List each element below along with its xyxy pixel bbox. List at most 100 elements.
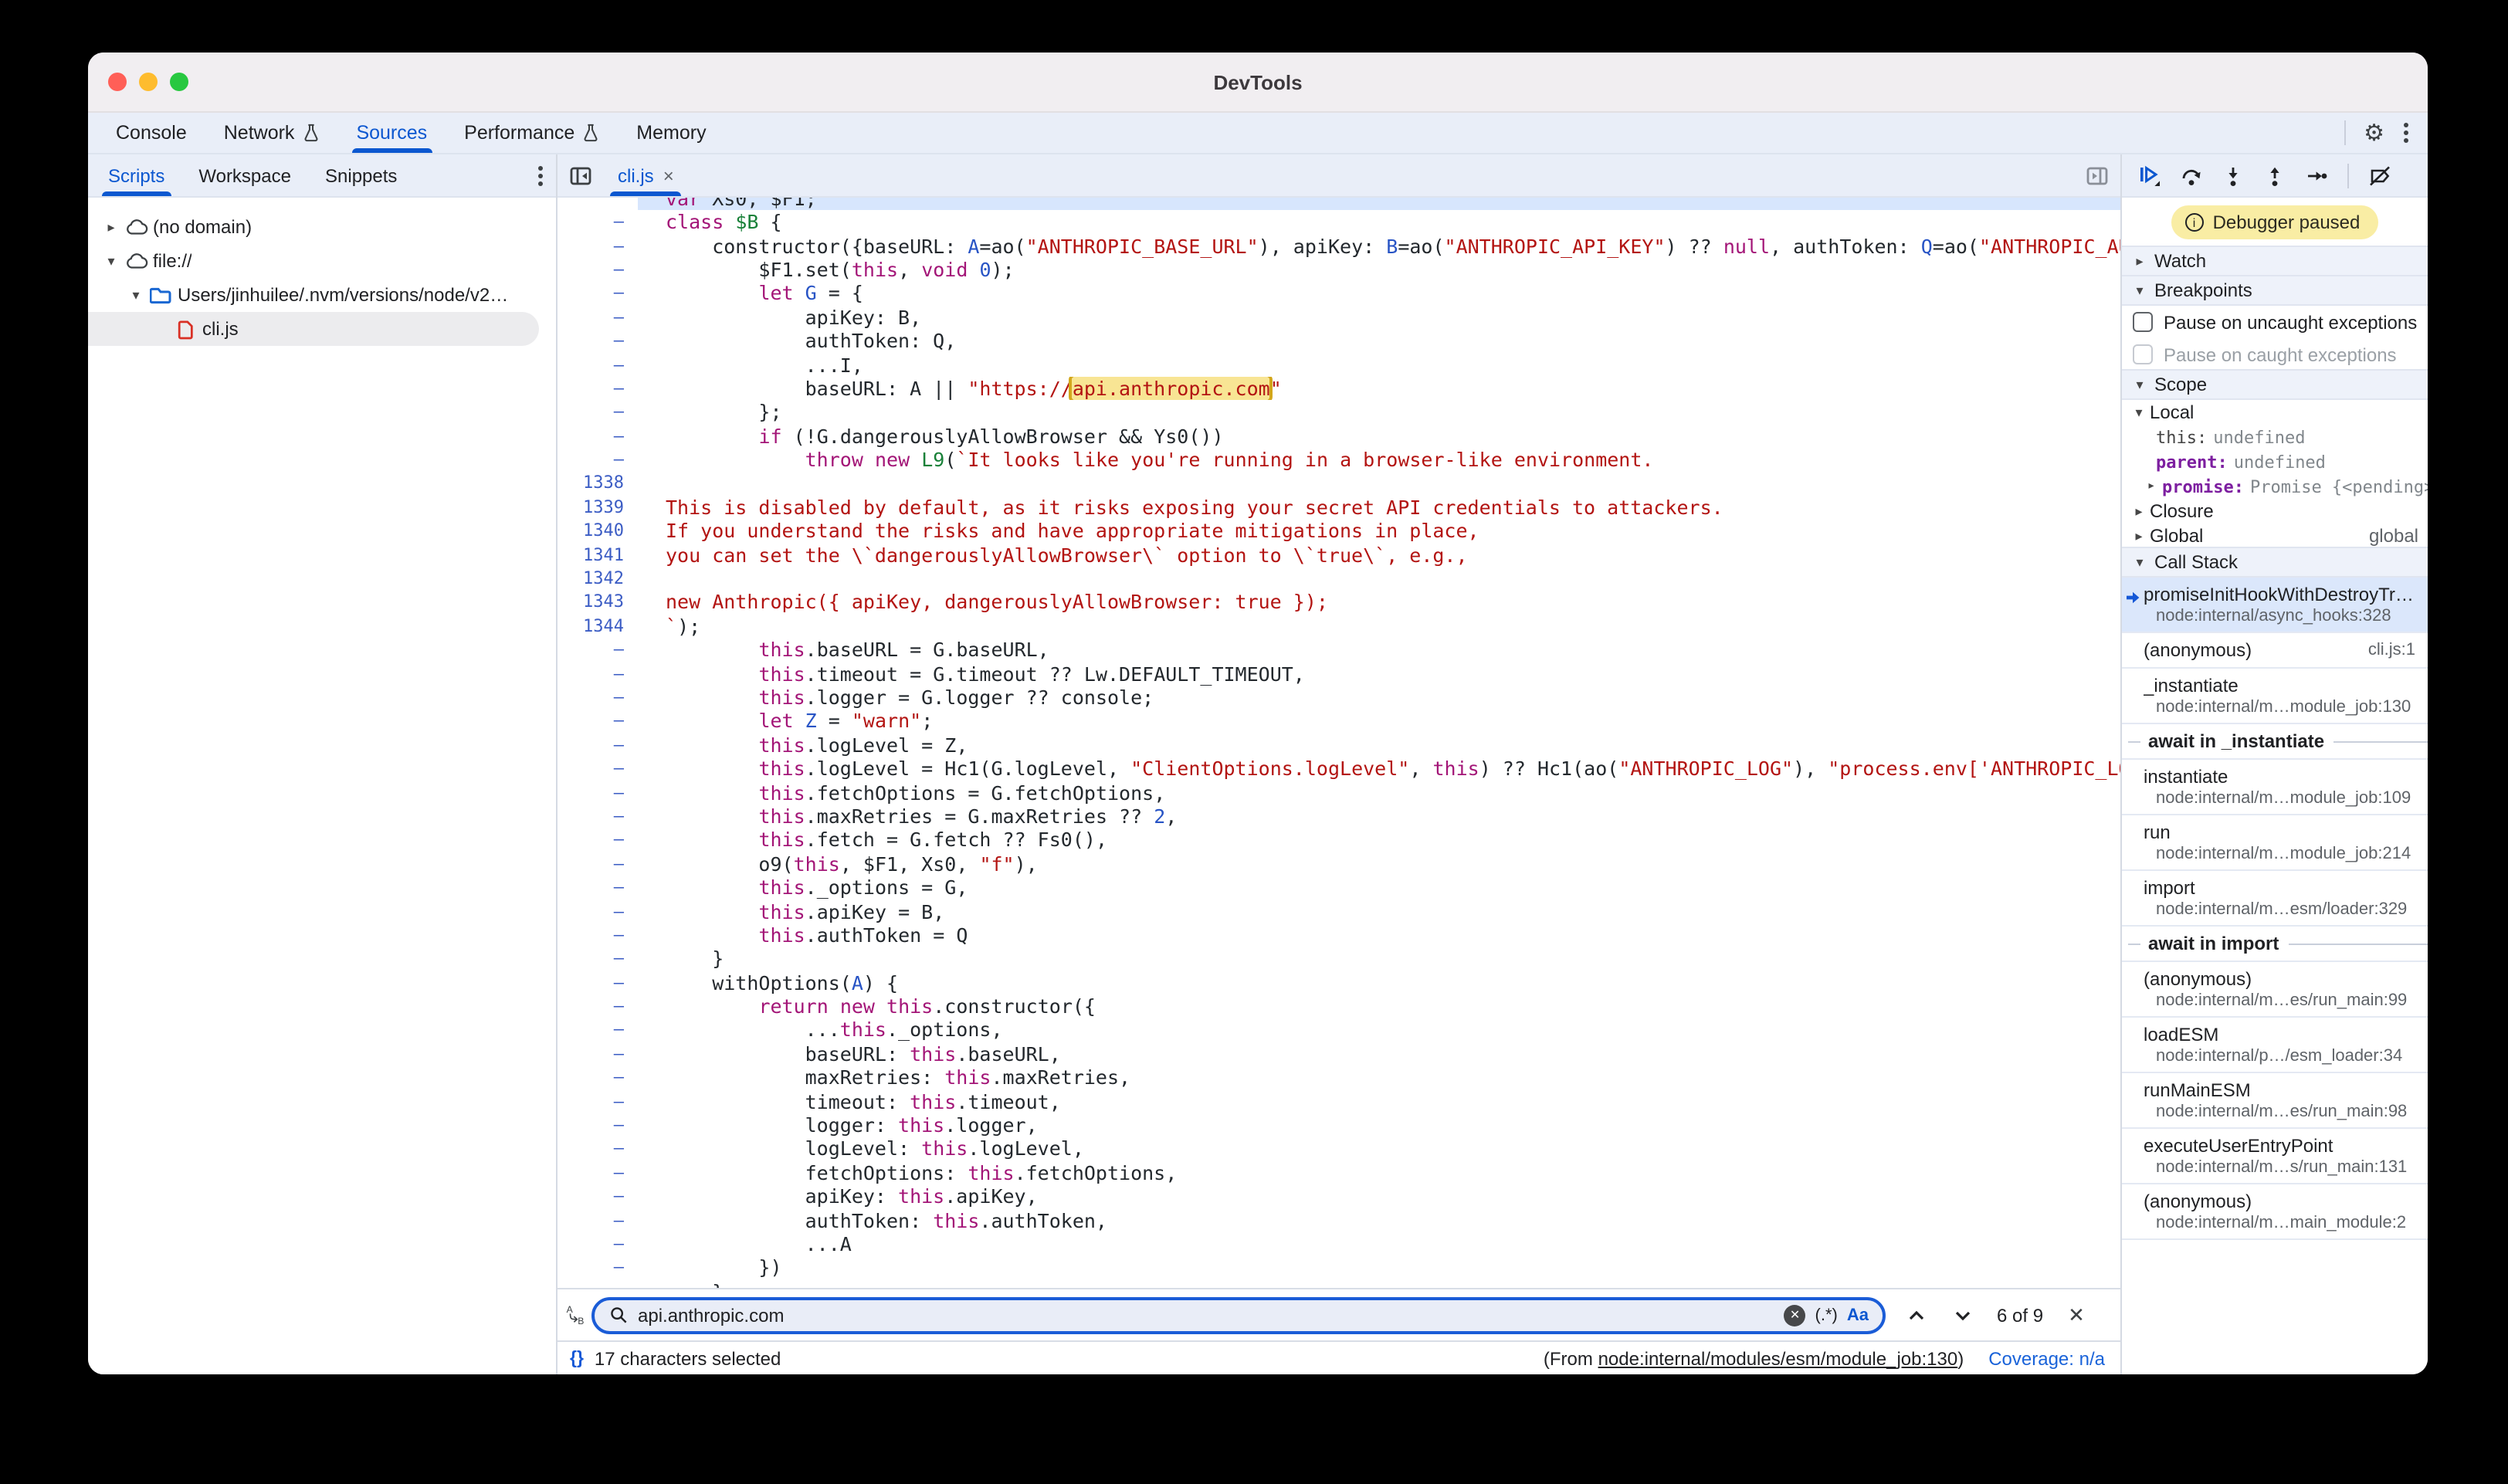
caret-icon[interactable]: ▾ [2128,404,2150,421]
step-over-icon[interactable] [2181,164,2202,186]
line-gutter[interactable]: 1343 [558,592,638,612]
line-gutter[interactable]: – [558,949,638,969]
caret-icon[interactable]: ▸ [2128,503,2150,520]
line-gutter[interactable]: – [558,1139,638,1159]
collapse-panel-icon[interactable] [570,164,591,186]
scope-property-parent[interactable]: parent:undefined [2122,449,2428,474]
line-gutter[interactable]: – [558,782,638,802]
sidebar-tab-snippets[interactable]: Snippets [308,154,414,196]
line-gutter[interactable]: 1338 [558,473,638,493]
line-gutter[interactable]: – [558,307,638,327]
line-gutter[interactable]: – [558,378,638,398]
line-gutter[interactable]: – [558,711,638,731]
line-gutter[interactable]: 1344 [558,616,638,636]
coverage-link[interactable]: Coverage: n/a [1988,1347,2105,1369]
caret-icon[interactable]: ▸ [2128,527,2150,544]
tab-network[interactable]: Network [205,113,338,153]
line-gutter[interactable]: – [558,758,638,778]
replace-toggle-icon[interactable]: AB [562,1302,587,1328]
tree-item-users-jinhuilee-nvm-versions-node-v2-[interactable]: ▾Users/jinhuilee/.nvm/versions/node/v2… [88,278,556,312]
line-gutter[interactable]: – [558,1282,638,1288]
line-gutter[interactable]: – [558,425,638,446]
checkbox[interactable] [2133,312,2153,332]
close-icon[interactable]: × [663,164,674,186]
step-out-icon[interactable] [2264,164,2286,186]
braces-icon[interactable]: {} [570,1349,584,1367]
line-gutter[interactable]: 1342 [558,568,638,588]
line-gutter[interactable]: – [558,1234,638,1254]
line-gutter[interactable]: – [558,402,638,422]
line-gutter[interactable]: – [558,259,638,280]
deactivate-breakpoints-icon[interactable] [2369,164,2391,186]
checkbox[interactable] [2133,344,2153,364]
toggle-right-panel-icon[interactable] [2086,164,2108,186]
callstack-frame[interactable]: instantiatenode:internal/m…module_job:10… [2122,760,2428,815]
line-gutter[interactable]: – [558,1044,638,1064]
line-gutter[interactable]: – [558,1163,638,1183]
line-gutter[interactable]: – [558,663,638,683]
chevron-down-icon[interactable] [1954,1309,1972,1321]
line-gutter[interactable]: – [558,996,638,1016]
line-gutter[interactable]: – [558,687,638,707]
callstack-frame[interactable]: loadESMnode:internal/p…/esm_loader:34 [2122,1018,2428,1073]
scope-group-local[interactable]: ▾Local [2122,400,2428,425]
chevron-up-icon[interactable] [1907,1309,1926,1321]
line-gutter[interactable]: – [558,1115,638,1135]
line-gutter[interactable]: – [558,853,638,873]
scope-group-global[interactable]: ▸Globalglobal [2122,523,2428,548]
sidebar-tab-workspace[interactable]: Workspace [181,154,308,196]
sidebar-tab-scripts[interactable]: Scripts [91,154,181,196]
step-into-icon[interactable] [2222,164,2244,186]
tree-item-cli-js[interactable]: cli.js [88,312,539,346]
line-gutter[interactable]: – [558,235,638,256]
section-scope[interactable]: ▾ Scope [2122,369,2428,400]
scope-property-promise[interactable]: ▸promise:Promise {<pending>} [2122,474,2428,499]
regex-toggle[interactable]: (.*) [1815,1306,1838,1324]
tab-memory[interactable]: Memory [618,113,724,153]
line-gutter[interactable]: – [558,212,638,232]
line-gutter[interactable]: – [558,354,638,374]
line-gutter[interactable]: – [558,972,638,992]
callstack-frame[interactable]: (anonymous)cli.js:1 [2122,633,2428,669]
from-link[interactable]: node:internal/modules/esm/module_job:130 [1598,1347,1958,1369]
line-gutter[interactable]: 1341 [558,544,638,564]
tree-item-file-[interactable]: ▾file:// [88,244,556,278]
line-gutter[interactable]: – [558,1020,638,1040]
line-gutter[interactable]: – [558,877,638,897]
line-gutter[interactable]: – [558,330,638,351]
callstack-frame[interactable]: importnode:internal/m…esm/loader:329 [2122,871,2428,927]
line-gutter[interactable]: – [558,1068,638,1088]
line-gutter[interactable]: – [558,1186,638,1206]
match-case-toggle[interactable]: Aa [1847,1306,1869,1324]
line-gutter[interactable]: 1340 [558,521,638,541]
callstack-frame[interactable]: (anonymous)node:internal/m…main_module:2 [2122,1184,2428,1240]
line-gutter[interactable]: – [558,1258,638,1278]
callstack-frame[interactable]: _instantiatenode:internal/m…module_job:1… [2122,669,2428,724]
tab-cli-js[interactable]: cli.js × [610,154,682,196]
line-gutter[interactable]: – [558,639,638,659]
traffic-minimize-icon[interactable] [139,73,158,91]
callstack-frame[interactable]: (anonymous)node:internal/m…es/run_main:9… [2122,962,2428,1018]
scope-property-this[interactable]: this:undefined [2122,425,2428,449]
close-icon[interactable]: ✕ [2068,1303,2085,1327]
callstack-frame[interactable]: promiseInitHookWithDestroyTr…node:intern… [2122,578,2428,633]
line-gutter[interactable]: – [558,735,638,755]
tab-performance[interactable]: Performance [446,113,618,153]
caret-icon[interactable]: ▸ [2140,479,2162,494]
line-gutter[interactable]: – [558,283,638,303]
callstack-frame[interactable]: runMainESMnode:internal/m…es/run_main:98 [2122,1073,2428,1129]
line-gutter[interactable]: 1339 [558,497,638,517]
tree-item--no-domain-[interactable]: ▸(no domain) [88,210,556,244]
code-editor[interactable]: var Xs0, $F1;–class $B {– constructor({b… [558,198,2120,1288]
line-gutter[interactable]: – [558,830,638,850]
scope-group-closure[interactable]: ▸Closure [2122,499,2428,523]
tab-console[interactable]: Console [97,113,205,153]
line-gutter[interactable]: – [558,449,638,469]
caret-icon[interactable]: ▾ [100,252,122,269]
resume-icon[interactable] [2137,164,2161,187]
search-input[interactable] [638,1304,1775,1326]
gear-icon[interactable]: ⚙ [2364,121,2384,144]
line-gutter[interactable]: – [558,1210,638,1230]
callstack-frame[interactable]: runnode:internal/m…module_job:214 [2122,815,2428,871]
caret-icon[interactable]: ▾ [125,286,147,303]
